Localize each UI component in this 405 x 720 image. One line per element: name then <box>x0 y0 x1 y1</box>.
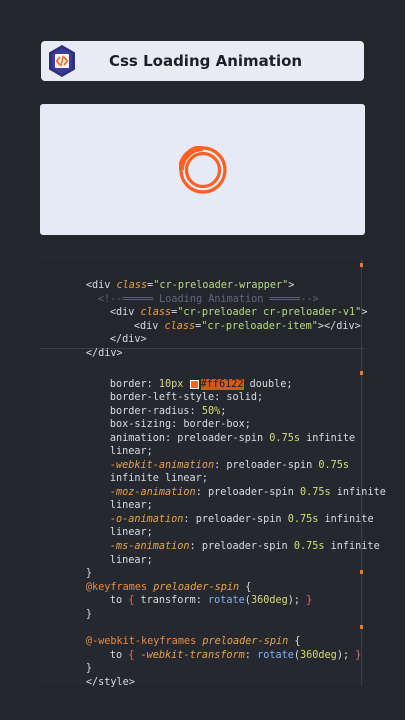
html-line: </div> <box>85 348 123 359</box>
html-line: <div class="cr-preloader-item"></div> <box>133 321 361 332</box>
code-tag-icon <box>44 43 80 79</box>
css-line: -o-animation: preloader-spin 0.75s infin… <box>109 514 374 525</box>
title-card: Css Loading Animation <box>41 41 364 81</box>
html-comment: <!--═════ Loading Animation ═════--> <box>97 294 319 305</box>
css-line: box-sizing: border-box; <box>109 419 251 430</box>
css-line: } <box>85 609 92 620</box>
page-title: Css Loading Animation <box>109 52 303 70</box>
css-line: to { -webkit-transform: rotate(360deg); … <box>109 650 362 661</box>
css-line: @-webkit-keyframes preloader-spin { <box>85 636 301 647</box>
css-line: border: 10px #ff6122 double; <box>109 379 293 390</box>
page: Css Loading Animation height: 52px; bord… <box>0 0 405 720</box>
css-line: -moz-animation: preloader-spin 0.75s inf… <box>109 487 386 498</box>
scroll-marker <box>360 625 363 629</box>
css-line: linear; <box>109 500 153 511</box>
scrollbar-track[interactable] <box>361 260 362 685</box>
css-line: } <box>85 568 92 579</box>
html-snippet-panel: <div class="cr-preloader-wrapper"> <!--═… <box>40 261 368 359</box>
html-line: <div class="cr-preloader-wrapper"> <box>85 280 295 291</box>
css-line: animation: preloader-spin 0.75s infinite <box>109 433 356 444</box>
css-line: infinite linear; <box>109 473 208 484</box>
css-line: } <box>85 663 92 674</box>
css-line: linear; <box>109 446 153 457</box>
css-line: border-left-style: solid; <box>109 392 264 403</box>
loader-spinner-icon <box>178 145 227 194</box>
css-line: -ms-animation: preloader-spin 0.75s infi… <box>109 541 380 552</box>
html-line: <div class="cr-preloader cr-preloader-v1… <box>109 307 368 318</box>
css-line: to { transform: rotate(360deg); } <box>109 595 313 606</box>
scroll-marker <box>360 263 363 267</box>
css-line: linear; <box>109 527 153 538</box>
css-line: </style> <box>85 677 135 688</box>
css-line: border-radius: 50%; <box>109 406 227 417</box>
scroll-marker <box>360 371 363 375</box>
scroll-marker <box>360 570 363 574</box>
css-line: @keyframes preloader-spin { <box>85 582 252 593</box>
html-line: </div> <box>109 334 147 345</box>
css-line: linear; <box>109 555 153 566</box>
css-line: -webkit-animation: preloader-spin 0.75s <box>109 460 350 471</box>
